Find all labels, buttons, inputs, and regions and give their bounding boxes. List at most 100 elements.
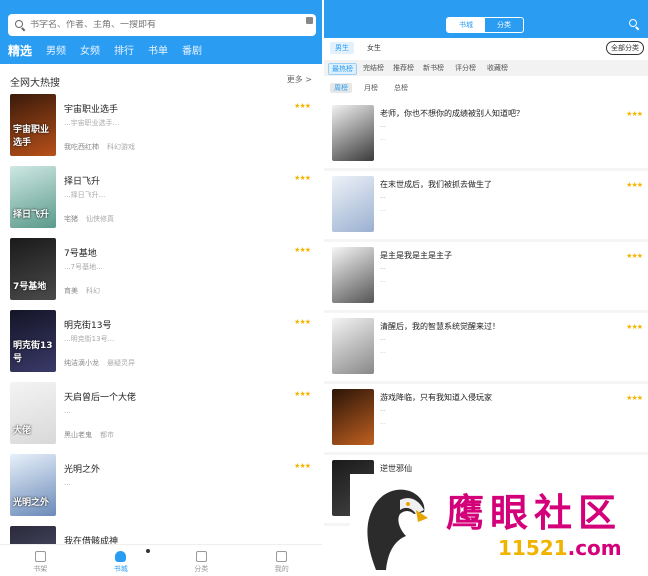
book-title[interactable]: 光明之外 [64, 462, 100, 475]
tab-female[interactable]: 女频 [80, 42, 100, 59]
book-category: 仙侠修真 [86, 215, 114, 223]
period-tab[interactable]: 总榜 [390, 83, 412, 93]
book-category: 都市 [100, 431, 114, 439]
book-title[interactable]: 择日飞升 [64, 174, 100, 187]
book-cover[interactable] [332, 247, 374, 303]
rank-tab[interactable]: 推荐榜 [390, 63, 417, 73]
book-description: ... [380, 348, 386, 355]
period-tab[interactable]: 月榜 [360, 83, 382, 93]
rating-stars: ★★★ [294, 318, 311, 326]
book-cover[interactable]: 光明之外 [10, 454, 56, 516]
book-cover[interactable]: 择日飞升 [10, 166, 56, 228]
nav-label: 书城 [113, 565, 128, 573]
tab-male[interactable]: 男频 [46, 42, 66, 59]
ranking-book-item[interactable]: 是主是我是主是主子 ★★★...... [324, 242, 648, 310]
book-title[interactable]: 逆世邪仙 [380, 463, 412, 474]
book-meta: 黑山老鬼 都市 [64, 430, 114, 440]
tab-featured[interactable]: 精选 [8, 42, 32, 59]
cover-title: 大佬 [13, 426, 32, 436]
book-title[interactable]: 清醒后，我的智慧系统觉醒来过！ [380, 321, 500, 332]
all-categories-button[interactable]: 全部分类 [606, 41, 644, 55]
tab-male[interactable]: 男生 [330, 42, 354, 54]
book-title[interactable]: 宇宙职业选手 [64, 102, 118, 115]
book-title[interactable]: 在末世成后，我们被抓去做生了 [380, 179, 492, 190]
rank-tabs: 最热榜 完结榜 推荐榜 新书榜 评分榜 收藏榜 [324, 60, 648, 76]
tab-booklist[interactable]: 书单 [148, 42, 168, 59]
nav-category[interactable]: 分类 [161, 545, 242, 576]
rating-stars: ★★★ [626, 110, 643, 118]
nav-bookshelf[interactable]: 书架 [0, 545, 81, 576]
ranking-book-item[interactable]: 老师，你也不想你的成绩被别人知道吧？ ★★★...... [324, 100, 648, 168]
book-title[interactable]: 明克街13号 [64, 318, 111, 331]
book-meta [64, 502, 72, 510]
segment-category[interactable]: 分类 [485, 18, 523, 32]
book-item[interactable]: 7号基地 7号基地 ★★★ ...7号基地... 育美 科幻 [0, 236, 322, 308]
tab-female[interactable]: 女生 [362, 42, 386, 54]
close-icon[interactable] [306, 17, 313, 24]
rank-tab[interactable]: 新书榜 [420, 63, 447, 73]
book-title[interactable]: 游戏降临，只有我知道入侵玩家 [380, 392, 492, 403]
ranking-book-item[interactable]: 游戏降临，只有我知道入侵玩家 ★★★...... [324, 384, 648, 452]
bottom-nav: 书架 书城 分类 我的 [0, 544, 322, 576]
tab-anime[interactable]: 番剧 [182, 42, 202, 59]
book-category: 悬疑灵异 [107, 359, 135, 367]
book-item[interactable]: 大佬 天启曾后一个大佬 ★★★... 黑山老鬼 都市 [0, 380, 322, 452]
book-description: ... [64, 479, 71, 487]
search-icon[interactable] [628, 18, 640, 30]
book-description: ... [380, 206, 386, 213]
book-cover[interactable]: 大佬 [10, 382, 56, 444]
book-author: 宅猪 [64, 215, 78, 223]
rating-stars: ★★★ [294, 462, 311, 470]
book-author: 育美 [64, 287, 78, 295]
book-cover[interactable]: 7号基地 [10, 238, 56, 300]
nav-label: 分类 [194, 565, 209, 573]
period-tab[interactable]: 周榜 [330, 83, 352, 93]
more-link[interactable]: 更多 > [287, 74, 312, 89]
bookstore-panel: 精选 男频 女频 排行 书单 番剧 全网大热搜 更多 > 宇宙职业选手宇宙职业选… [0, 0, 322, 576]
book-item[interactable]: 择日飞升 择日飞升 ★★★ ...择日飞升... 宅猪 仙侠修真 [0, 164, 322, 236]
rating-stars: ★★★ [294, 390, 311, 398]
gender-tabs: 男生 女生 全部分类 [324, 40, 648, 58]
bookstore-icon [115, 551, 127, 562]
book-cover[interactable] [332, 176, 374, 232]
book-title[interactable]: 老师，你也不想你的成绩被别人知道吧？ [380, 108, 524, 119]
book-meta: ... [380, 264, 386, 271]
rating-stars: ★★★ [626, 323, 643, 331]
watermark-url: 11521.com [498, 536, 622, 560]
book-author: 黑山老鬼 [64, 431, 92, 439]
book-description: ...7号基地... [64, 263, 103, 271]
segment-bookstore[interactable]: 书城 [447, 18, 485, 32]
tab-ranking[interactable]: 排行 [114, 42, 134, 59]
book-item[interactable]: 明克街13号 明克街13号 ★★★ ...明克街13号... 纯洁滴小龙 悬疑灵异 [0, 308, 322, 380]
book-item[interactable]: 光明之外 光明之外 ★★★... [0, 452, 322, 524]
rank-tab[interactable]: 收藏榜 [484, 63, 511, 73]
ranking-book-item[interactable]: 清醒后，我的智慧系统觉醒来过！ ★★★...... [324, 313, 648, 381]
section-title: 全网大热搜 [10, 78, 60, 89]
category-tabs: 精选 男频 女频 排行 书单 番剧 [8, 42, 216, 59]
rating-stars: ★★★ [626, 181, 643, 189]
rank-tab[interactable]: 评分榜 [452, 63, 479, 73]
cover-title: 宇宙职业选手 [13, 125, 50, 148]
book-cover[interactable] [332, 105, 374, 161]
nav-mine[interactable]: 我的 [242, 545, 323, 576]
nav-label: 我的 [274, 565, 289, 573]
rank-tab[interactable]: 完结榜 [360, 63, 387, 73]
period-tabs: 周榜 月榜 总榜 [324, 80, 648, 96]
book-cover[interactable] [332, 389, 374, 445]
search-bar[interactable] [8, 14, 316, 36]
book-title[interactable]: 7号基地 [64, 246, 97, 259]
book-meta: ... [380, 406, 386, 413]
ranking-book-item[interactable]: 在末世成后，我们被抓去做生了 ★★★...... [324, 171, 648, 239]
book-description: ... [380, 277, 386, 284]
book-cover[interactable]: 宇宙职业选手 [10, 94, 56, 156]
rank-tab[interactable]: 最热榜 [328, 63, 357, 75]
rating-stars: ★★★ [626, 394, 643, 402]
book-cover[interactable]: 明克街13号 [10, 310, 56, 372]
book-cover[interactable] [332, 318, 374, 374]
book-title[interactable]: 天启曾后一个大佬 [64, 390, 136, 403]
watermark: 鹰眼社区 11521.com [350, 474, 648, 576]
eagle-logo-icon [367, 489, 428, 570]
book-title[interactable]: 是主是我是主是主子 [380, 250, 452, 261]
search-input[interactable] [30, 20, 310, 30]
book-item[interactable]: 宇宙职业选手 宇宙职业选手 ★★★ ...宇宙职业选手... 我吃西红柿 科幻游戏 [0, 92, 322, 164]
